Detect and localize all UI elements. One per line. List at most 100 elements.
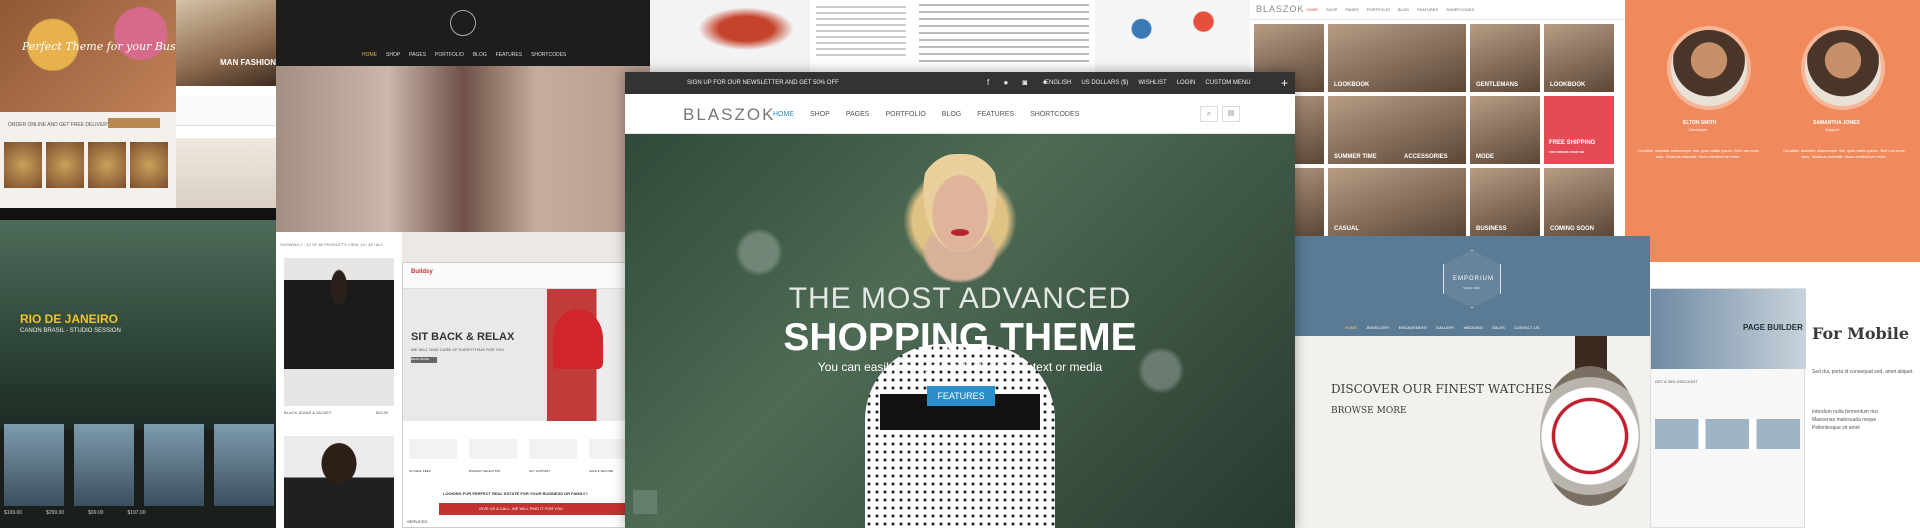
free-shipping-label: FREE SHIPPING (1549, 140, 1596, 146)
plus-icon[interactable]: + (1281, 76, 1288, 90)
listing-view[interactable]: VIEW: 24 / 48 / ALL (348, 242, 383, 247)
nav-item-features[interactable]: FEATURES (977, 111, 1014, 118)
mobile-body: Sed dui, porta id consequat sed, amet al… (1812, 369, 1914, 375)
category-label: BUSINESS (1476, 226, 1507, 232)
nav-item-shortcodes[interactable]: SHORTCODES (1030, 111, 1079, 118)
category-label: CASUAL (1334, 226, 1359, 232)
dancer-blog-preview (650, 0, 915, 72)
nav-item[interactable]: GALLERY (1436, 325, 1454, 330)
price-3: $99.00 (88, 510, 104, 516)
nav-item[interactable]: SHOP (1326, 7, 1337, 12)
listing-count: SHOWING 1 - 12 OF 80 PRODUCTS (280, 242, 347, 247)
hero-line-1: THE MOST ADVANCED (788, 282, 1132, 315)
newsletter-text[interactable]: SIGN UP FOR OUR NEWSLETTER AND GET 50% O… (687, 80, 839, 86)
nav-item[interactable]: ENGAGEMENT (1399, 325, 1427, 330)
nav-item-portfolio[interactable]: PORTFOLIO (885, 111, 925, 118)
nav-item[interactable]: PAGES (1345, 7, 1359, 12)
nav-item[interactable]: HOME (1345, 325, 1357, 330)
wishlist-link[interactable]: WISHLIST (1138, 80, 1166, 86)
realestate-read-more-button[interactable]: READ MORE (411, 357, 437, 363)
nav-item[interactable]: PORTFOLIO (1367, 7, 1390, 12)
nav-item[interactable]: FEATURES (1417, 7, 1438, 12)
realestate-features (409, 439, 637, 459)
category-tile-business[interactable]: BUSINESS (1470, 168, 1540, 236)
member-name: ELTON SMITH (1683, 120, 1717, 126)
product-image-2[interactable] (284, 436, 394, 528)
category-tile-coming-soon[interactable]: COMING SOON (1544, 168, 1614, 236)
emporium-header: EMPORIUM SINCE 1980 (1295, 236, 1650, 336)
nav-item-blog[interactable]: BLOG (473, 52, 487, 58)
category-tile-lookbook-2[interactable]: LOOKBOOK (1544, 24, 1614, 92)
mobile-title: For Mobile (1812, 324, 1910, 343)
nav-item-shop[interactable]: SHOP (386, 52, 400, 58)
search-icon[interactable]: ⌕ (1200, 106, 1218, 122)
nav-item-shop[interactable]: SHOP (810, 111, 830, 118)
features-button[interactable]: FEATURES (927, 386, 995, 406)
blog-text-block (919, 4, 1089, 64)
blaszok-logo[interactable]: BLASZOK (683, 105, 775, 125)
price-2: $299.00 (46, 510, 65, 516)
two-models-image (276, 66, 650, 232)
free-shipping-tile[interactable]: FREE SHIPPING FOR ORDERS OVER $99 (1544, 96, 1614, 164)
nav-item[interactable]: BLOG (1398, 7, 1409, 12)
main-nav-bar: BLASZOK HOME SHOP PAGES PORTFOLIO BLOG F… (625, 94, 1295, 134)
cart-icon[interactable]: ▤ (1222, 106, 1240, 122)
main-nav: HOME SHOP PAGES PORTFOLIO BLOG FEATURES … (773, 111, 1079, 118)
food-order-button[interactable] (108, 118, 160, 128)
real-estate-preview: Buildsy SIT BACK & RELAX WE WILL TAKE CA… (402, 262, 650, 528)
blaszok-main-window: SIGN UP FOR OUR NEWSLETTER AND GET 50% O… (625, 72, 1295, 528)
nav-item[interactable]: HOME (1306, 7, 1318, 12)
category-tile-casual[interactable]: CASUAL (1328, 168, 1466, 236)
category-tile-gentlemans[interactable]: GENTLEMANS (1470, 24, 1540, 92)
newsletter-topbar: SIGN UP FOR OUR NEWSLETTER AND GET 50% O… (625, 72, 1295, 94)
nav-item-portfolio[interactable]: PORTFOLIO (435, 52, 464, 58)
category-label: ACCESSORIES (1404, 154, 1448, 160)
member-bio: Curabitur molestie ullamcorper nisi, qui… (1783, 148, 1905, 159)
vintage-header: HOME SHOP PAGES PORTFOLIO BLOG FEATURES … (276, 0, 650, 66)
model-face (917, 154, 1003, 262)
member-bio: Curabitur molestie ullamcorper nisi, qui… (1637, 148, 1759, 159)
nav-item-blog[interactable]: BLOG (942, 111, 961, 118)
nav-item[interactable]: SHORTCODES (1446, 7, 1474, 12)
realestate-hero-title: SIT BACK & RELAX (411, 331, 515, 343)
builder-banner-label: PAGE BUILDER (1743, 323, 1803, 332)
mobile-builder-preview: PAGE BUILDER GET A 30% DISCOUNT For Mobi… (1650, 262, 1920, 528)
interior-image (176, 138, 276, 208)
slider-prev-arrow[interactable] (633, 490, 657, 514)
category-tile-mode[interactable]: MODE (1470, 96, 1540, 164)
nav-item[interactable]: WEDDING (1464, 325, 1483, 330)
category-tile-summer[interactable]: SUMMER TIME ACCESSORIES (1328, 96, 1466, 164)
nav-item-pages[interactable]: PAGES (846, 111, 870, 118)
category-logo: BLASZOK (1256, 4, 1305, 14)
product-image-1[interactable] (284, 258, 394, 406)
product-name[interactable]: BLACK JEANS & JACKET (284, 410, 331, 415)
hero-line-2: SHOPPING THEME (783, 316, 1137, 359)
donuts-image (0, 0, 176, 112)
free-shipping-sub: FOR ORDERS OVER $99 (1549, 150, 1585, 154)
feature-label: BIGGEST SELECTION (469, 469, 501, 473)
theme-showcase-collage: Perfect Theme for your Business ORDER ON… (0, 0, 1920, 528)
realestate-call-button[interactable]: GIVE US A CALL, WE WILL FIND IT FOR YOU (439, 503, 639, 515)
member-name: SAMANTHA JONES (1813, 120, 1860, 126)
vintage-fashion-preview: HOME SHOP PAGES PORTFOLIO BLOG FEATURES … (276, 0, 650, 232)
nav-item[interactable]: SALES (1492, 325, 1505, 330)
brand-logos-strip (176, 96, 276, 126)
language-select[interactable]: ENGLISH (1045, 80, 1071, 86)
nav-item-home[interactable]: HOME (773, 111, 794, 118)
category-tile-lookbook[interactable]: LOOKBOOK (1328, 24, 1466, 92)
nav-item-pages[interactable]: PAGES (409, 52, 426, 58)
category-grid: LOOKBOOK GENTLEMANS LOOKBOOK SUMMER TIME… (1254, 24, 1614, 236)
nav-item-home[interactable]: HOME (362, 52, 377, 58)
product-listing-preview: SHOWING 1 - 12 OF 80 PRODUCTS VIEW: 24 /… (276, 232, 402, 528)
custom-menu-link[interactable]: CUSTOM MENU (1205, 80, 1250, 86)
login-link[interactable]: LOGIN (1177, 80, 1196, 86)
nav-item-features[interactable]: FEATURES (496, 52, 522, 58)
category-label: LOOKBOOK (1550, 82, 1586, 88)
rio-subtitle: CANON BRASIL - STUDIO SESSION (20, 328, 121, 334)
feature-label: NO REAL FEES (409, 469, 431, 473)
nav-item[interactable]: CONTACT US (1514, 325, 1540, 330)
nav-item[interactable]: JEWELLERY (1366, 325, 1390, 330)
emporium-browse-link[interactable]: BROWSE MORE (1331, 406, 1407, 416)
nav-item-shortcodes[interactable]: SHORTCODES (531, 52, 566, 58)
currency-select[interactable]: US DOLLARS ($) (1081, 80, 1128, 86)
